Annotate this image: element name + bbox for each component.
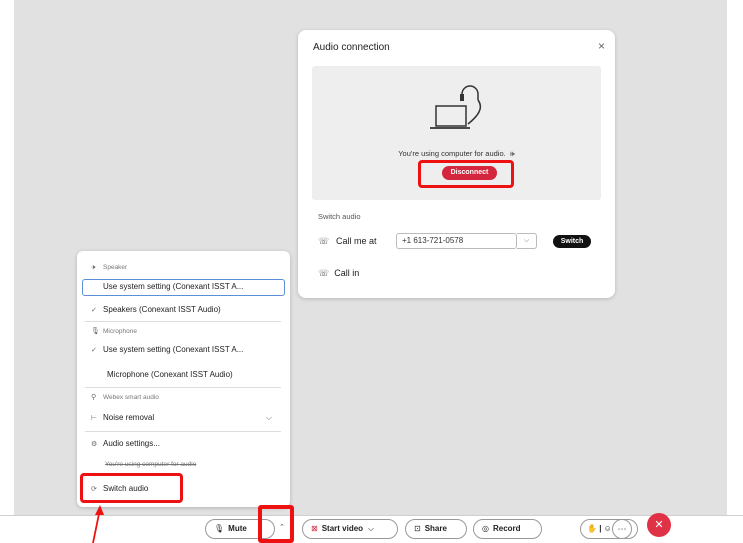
speaker-section: 🕩 Speaker <box>77 261 290 275</box>
microphone-icon: 🎙 <box>91 328 100 335</box>
using-computer-note: You're using computer for audio <box>105 461 197 468</box>
audio-settings-option[interactable]: ⚙ Audio settings... <box>77 437 290 452</box>
switch-audio-heading: Switch audio <box>318 212 361 221</box>
chevron-down-icon[interactable]: ⌵ <box>517 233 537 249</box>
chevron-down-icon: ⌵ <box>265 413 272 422</box>
phone-icon: ☏ <box>318 268 330 278</box>
check-icon: ✓ <box>91 307 97 314</box>
speaker-icon: 🕪 <box>509 149 515 158</box>
phone-icon: ☏ <box>318 236 330 246</box>
start-video-button[interactable]: ⊠ Start video ⌵ <box>302 519 398 539</box>
audio-connection-dialog: Audio connection × You're using computer… <box>298 30 615 298</box>
dialog-title: Audio connection <box>313 42 390 53</box>
microphone-section: 🎙 Microphone <box>77 325 290 339</box>
more-icon[interactable]: ⋯ <box>612 519 632 539</box>
divider <box>85 387 281 388</box>
gear-icon: ⚙ <box>91 441 98 448</box>
close-icon[interactable]: × <box>598 39 605 53</box>
divider <box>85 321 281 322</box>
call-in-option[interactable]: ☏ Call in <box>318 268 359 279</box>
video-icon: ⊠ <box>311 524 318 533</box>
noise-removal-option[interactable]: ⊢ Noise removal ⌵ <box>77 411 290 426</box>
highlight-box <box>258 505 294 543</box>
smart-audio-icon: ⚲ <box>91 394 97 401</box>
divider <box>85 431 281 432</box>
microphone-option-conexant[interactable]: Microphone (Conexant ISST Audio) <box>77 368 290 382</box>
microphone-option-system[interactable]: ✓ Use system setting (Conexant ISST A... <box>77 343 290 358</box>
headset-icon <box>430 85 482 129</box>
switch-button[interactable]: Switch <box>553 235 591 248</box>
using-computer-text: You're using computer for audio. 🕪 <box>398 149 515 158</box>
share-icon: ⊡ <box>414 524 421 533</box>
check-icon: ✓ <box>91 347 97 354</box>
toolbar-border <box>0 515 743 516</box>
hand-icon[interactable]: ✋ <box>587 524 597 533</box>
meeting-toolbar: 🎙 Mute ⊠ Start video ⌵ ⊡ Share ◎ Record ✋ | ☺… <box>0 515 743 543</box>
audio-preview-panel: You're using computer for audio. 🕪 Discon… <box>312 66 601 200</box>
call-me-label: Call me at <box>336 236 377 246</box>
audio-options-menu: 🕩 Speaker Use system setting (Conexant IS… <box>77 251 290 507</box>
microphone-icon: 🎙 <box>214 524 225 533</box>
noise-removal-icon: ⊢ <box>91 415 98 422</box>
highlight-box <box>80 473 183 503</box>
chevron-down-icon: ⌵ <box>368 524 375 533</box>
call-me-row: ☏ Call me at +1 613-721-0578 ⌵ Switch <box>318 233 598 251</box>
reactions-icon[interactable]: ☺ <box>604 524 612 533</box>
record-icon: ◎ <box>482 524 489 533</box>
speaker-option-system[interactable]: Use system setting (Conexant ISST A... <box>82 279 285 296</box>
speaker-option-conexant[interactable]: ✓ Speakers (Conexant ISST Audio) <box>77 303 290 318</box>
share-button[interactable]: ⊡ Share <box>405 519 467 539</box>
highlight-box <box>418 160 514 188</box>
annotation-arrow <box>92 505 104 543</box>
record-button[interactable]: ◎ Record <box>473 519 542 539</box>
phone-number-input[interactable]: +1 613-721-0578 <box>396 233 517 249</box>
speaker-icon: 🕩 <box>91 264 96 271</box>
smart-audio-section: ⚲ Webex smart audio <box>77 391 290 405</box>
end-call-icon[interactable]: ✕ <box>647 513 671 537</box>
